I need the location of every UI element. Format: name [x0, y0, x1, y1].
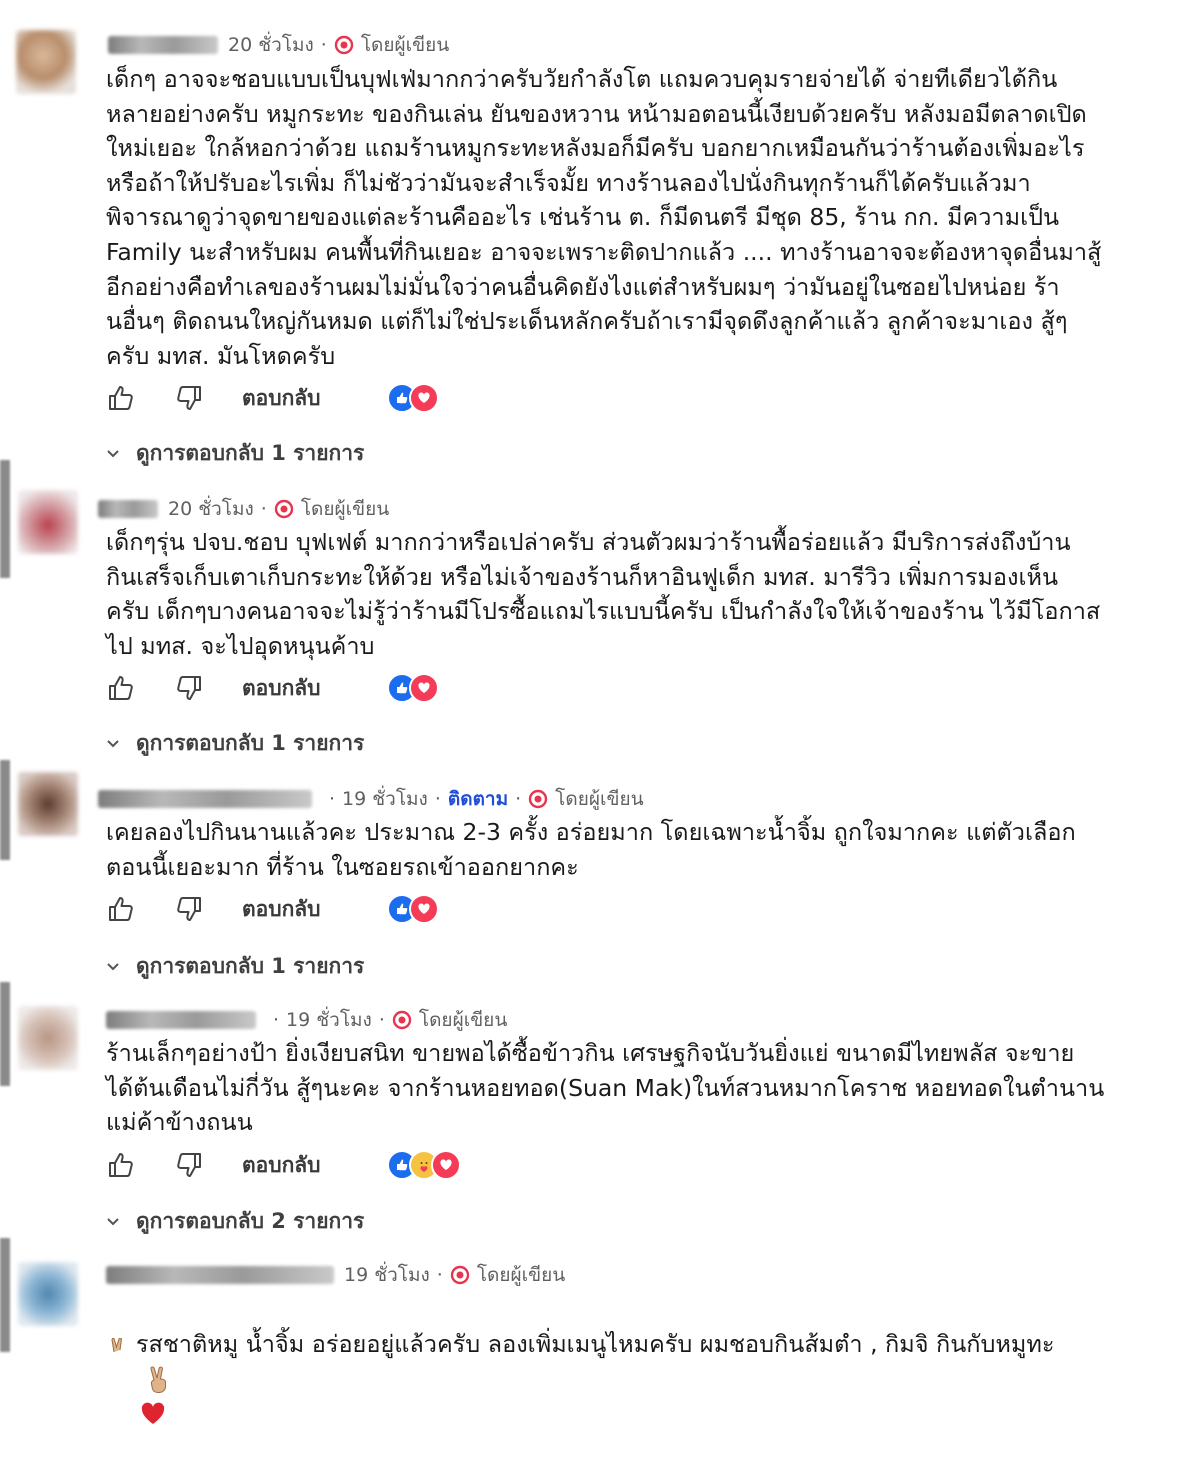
love-reaction-icon	[408, 383, 439, 413]
like-icon[interactable]	[106, 1150, 136, 1180]
view-replies-button[interactable]: ดูการตอบกลับ 1 รายการ	[104, 951, 364, 981]
thread-indicator	[0, 1238, 10, 1352]
dislike-icon[interactable]	[174, 383, 204, 413]
author-badge: โดยผู้เขียน	[274, 494, 389, 524]
victory-hand-emoji-icon	[111, 1338, 123, 1352]
author-badge: โดยผู้เขียน	[528, 784, 644, 814]
reply-button[interactable]: ตอบกลับ	[242, 893, 321, 926]
reaction-summary[interactable]	[386, 1150, 461, 1180]
author-badge-icon	[392, 1010, 412, 1030]
avatar[interactable]	[18, 1262, 78, 1326]
reply-button[interactable]: ตอบกลับ	[242, 382, 321, 415]
avatar[interactable]	[18, 1006, 78, 1070]
commenter-name[interactable]	[98, 500, 158, 518]
avatar[interactable]	[18, 490, 78, 554]
author-badge: โดยผู้เขียน	[334, 30, 449, 60]
comment-time[interactable]: 20 ชั่วโมง	[228, 30, 314, 60]
chevron-down-icon	[107, 450, 119, 458]
author-badge-icon	[334, 35, 354, 55]
victory-hand-emoji-icon	[150, 1366, 166, 1393]
comment-time[interactable]: 19 ชั่วโมง	[344, 1260, 430, 1290]
commenter-name[interactable]	[106, 1266, 334, 1284]
chevron-down-icon	[107, 1218, 119, 1226]
comment-meta: 20 ชั่วโมง · โดยผู้เขียน	[98, 494, 389, 524]
comment-meta: 20 ชั่วโมง · โดยผู้เขียน	[108, 30, 449, 60]
reaction-summary[interactable]	[386, 673, 439, 703]
love-reaction-icon	[408, 673, 439, 703]
author-badge: โดยผู้เขียน	[450, 1260, 565, 1290]
author-badge-icon	[274, 499, 294, 519]
comment-actions: ตอบกลับ	[106, 380, 439, 416]
view-replies-button[interactable]: ดูการตอบกลับ 1 รายการ	[104, 438, 364, 468]
love-reaction-icon	[430, 1150, 461, 1180]
dislike-icon[interactable]	[174, 673, 204, 703]
comment-meta: · 19 ชั่วโมง · ติดตาม · โดยผู้เขียน	[98, 784, 644, 814]
comment-meta: · 19 ชั่วโมง · โดยผู้เขียน	[106, 1005, 507, 1035]
follow-button[interactable]: ติดตาม	[448, 784, 508, 814]
comment-text-content: รสชาติหมู น้ำจิ้ม อร่อยอยู่แล้วครับ ลองเ…	[135, 1329, 1055, 1358]
reply-button[interactable]: ตอบกลับ	[242, 672, 321, 705]
chevron-down-icon	[107, 963, 119, 971]
author-badge-icon	[450, 1265, 470, 1285]
comment-text: เคยลองไปกินนานแล้วคะ ประมาณ 2-3 ครั้ง อร…	[106, 818, 1076, 881]
comment-actions: ตอบกลับ	[106, 1147, 461, 1183]
like-icon[interactable]	[106, 673, 136, 703]
author-badge: โดยผู้เขียน	[392, 1005, 507, 1035]
thread-indicator	[0, 982, 10, 1086]
thread-indicator	[0, 460, 10, 578]
comment-text: เด็กๆ อาจจะชอบแบบเป็นบุฟเฟ่มากกว่าครับวั…	[106, 65, 1102, 370]
comment-text: รสชาติหมู น้ำจิ้ม อร่อยอยู่แล้วครับ ลองเ…	[106, 1292, 1146, 1465]
comment-time[interactable]: 19 ชั่วโมง	[286, 1005, 372, 1035]
love-reaction-icon	[408, 894, 439, 924]
avatar[interactable]	[18, 772, 78, 836]
commenter-name[interactable]	[98, 790, 312, 808]
comment-time[interactable]: 20 ชั่วโมง	[168, 494, 254, 524]
like-icon[interactable]	[106, 894, 136, 924]
like-icon[interactable]	[106, 383, 136, 413]
comment-text: ร้านเล็กๆอย่างป้า ยิ่งเงียบสนิท ขายพอได้…	[106, 1039, 1105, 1137]
chevron-down-icon	[107, 740, 119, 748]
commenter-name[interactable]	[108, 36, 218, 54]
author-badge-icon	[528, 789, 548, 809]
comment-actions: ตอบกลับ	[106, 670, 439, 706]
comment-text: เด็กๆรุ่น ปจบ.ชอบ บุฟเฟต์ มากกว่าหรือเปล…	[106, 528, 1101, 660]
reply-button[interactable]: ตอบกลับ	[242, 1149, 321, 1182]
comment-actions: ตอบกลับ	[106, 891, 439, 927]
commenter-name[interactable]	[106, 1011, 256, 1029]
avatar[interactable]	[16, 30, 76, 94]
view-replies-button[interactable]: ดูการตอบกลับ 2 รายการ	[104, 1206, 364, 1236]
dislike-icon[interactable]	[174, 1150, 204, 1180]
dislike-icon[interactable]	[174, 894, 204, 924]
comment-meta: 19 ชั่วโมง · โดยผู้เขียน	[106, 1260, 565, 1290]
red-heart-emoji-icon	[141, 1402, 165, 1425]
comment-time[interactable]: 19 ชั่วโมง	[342, 784, 428, 814]
thread-indicator	[0, 760, 10, 860]
reaction-summary[interactable]	[386, 894, 439, 924]
reaction-summary[interactable]	[386, 383, 439, 413]
view-replies-button[interactable]: ดูการตอบกลับ 1 รายการ	[104, 728, 364, 758]
